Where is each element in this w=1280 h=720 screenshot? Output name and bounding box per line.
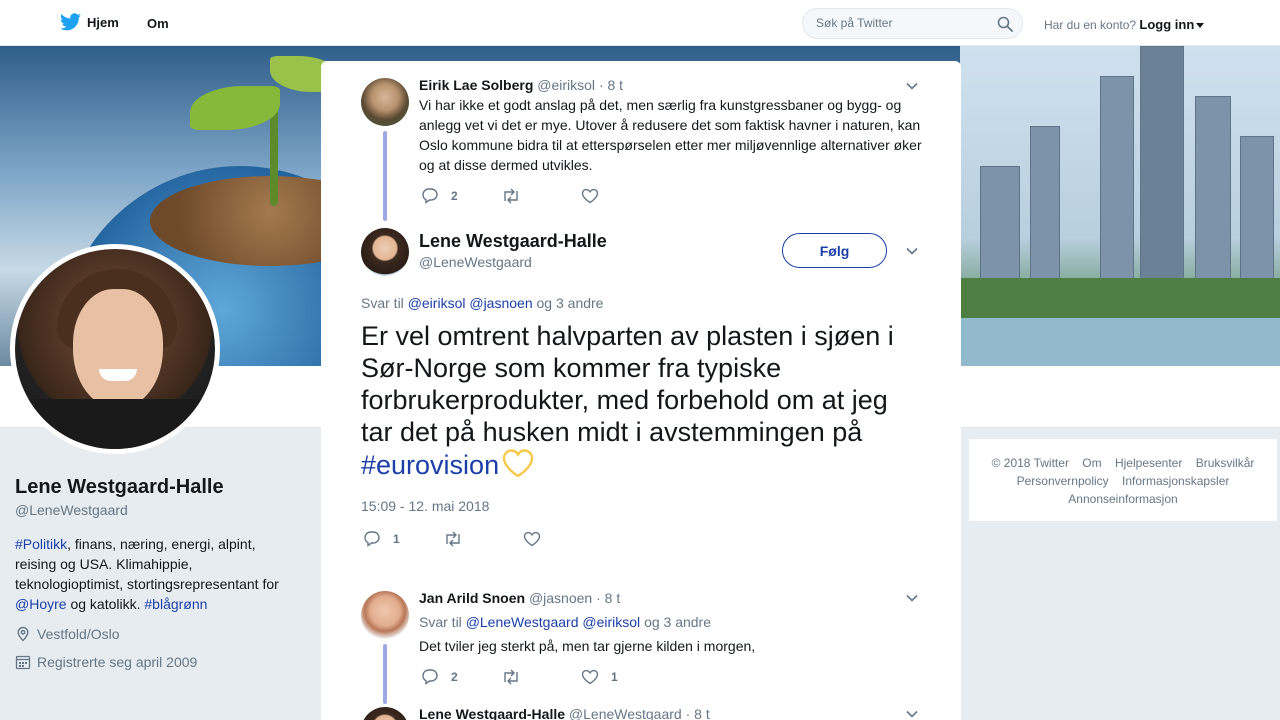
footer-link-privacy[interactable]: Personvernpolicy bbox=[1017, 474, 1109, 488]
tweet-actions: 2 1 bbox=[421, 668, 641, 685]
reply-button[interactable]: 2 bbox=[421, 668, 501, 685]
login-area: Har du en konto? Logg inn bbox=[1044, 17, 1205, 32]
retweet-button[interactable] bbox=[443, 531, 523, 547]
main-tweet-author-handle[interactable]: @LeneWestgaard bbox=[419, 254, 532, 270]
profile-joined: Registrerte seg april 2009 bbox=[15, 654, 197, 670]
footer-link-terms[interactable]: Bruksvilkår bbox=[1196, 456, 1255, 470]
chevron-down-icon[interactable] bbox=[905, 79, 919, 93]
retweet-icon bbox=[504, 188, 518, 203]
calendar-icon bbox=[15, 655, 31, 670]
profile-bio: #Politikk, finans, næring, energi, alpin… bbox=[15, 536, 279, 612]
bio-hashtag-politikk[interactable]: #Politikk bbox=[15, 536, 67, 552]
footer-copyright: © 2018 Twitter bbox=[991, 456, 1069, 470]
tweet-text: Det tviler jeg sterkt på, men tar gjerne… bbox=[419, 638, 756, 654]
tweet-author-name[interactable]: Jan Arild Snoen bbox=[419, 590, 525, 606]
hashtag-eurovision[interactable]: #eurovision bbox=[361, 450, 499, 480]
follow-button[interactable]: Følg bbox=[782, 233, 887, 268]
tweet-header: Lene Westgaard-Halle @LeneWestgaard · 8 … bbox=[419, 706, 710, 720]
chevron-down-icon[interactable] bbox=[905, 591, 919, 605]
reply-button[interactable]: 1 bbox=[363, 530, 443, 547]
tweet-time[interactable]: · 8 t bbox=[599, 77, 623, 93]
retweet-button[interactable] bbox=[501, 669, 581, 685]
footer-link-om[interactable]: Om bbox=[1082, 456, 1101, 470]
account-prompt: Har du en konto? bbox=[1044, 18, 1137, 32]
reply-mention-lenewestgaard[interactable]: @LeneWestgaard bbox=[466, 614, 579, 630]
tweet-header: Jan Arild Snoen @jasnoen · 8 t bbox=[419, 590, 620, 606]
profile-location: Vestfold/Oslo bbox=[15, 626, 120, 642]
retweet-icon bbox=[446, 531, 460, 546]
thread-line bbox=[383, 644, 387, 704]
avatar[interactable] bbox=[361, 591, 409, 639]
tweet-time[interactable]: · 8 t bbox=[686, 706, 710, 720]
yellow-heart-icon bbox=[502, 449, 534, 478]
chevron-down-icon[interactable] bbox=[1196, 23, 1205, 28]
bio-hashtag-blagronn[interactable]: #blågrønn bbox=[144, 596, 207, 612]
like-button[interactable] bbox=[523, 531, 583, 547]
chevron-down-icon[interactable] bbox=[905, 244, 919, 258]
search-icon[interactable] bbox=[997, 16, 1013, 32]
top-nav: Hjem Om Har du en konto? Logg inn bbox=[0, 0, 1280, 46]
avatar[interactable] bbox=[361, 78, 409, 126]
tweet-author-handle[interactable]: @jasnoen bbox=[529, 590, 592, 606]
reply-icon bbox=[422, 188, 438, 204]
tweet-author-name[interactable]: Eirik Lae Solberg bbox=[419, 77, 533, 93]
retweet-icon bbox=[504, 669, 518, 684]
reply-context: Svar til @LeneWestgaard @eiriksol og 3 a… bbox=[419, 614, 712, 630]
twitter-bird-icon bbox=[60, 13, 81, 31]
reply-mention-eiriksol[interactable]: @eiriksol bbox=[582, 614, 640, 630]
main-tweet-timestamp[interactable]: 15:09 - 12. mai 2018 bbox=[361, 498, 489, 514]
avatar[interactable] bbox=[361, 707, 409, 720]
tweet-header: Eirik Lae Solberg @eiriksol · 8 t bbox=[419, 77, 623, 93]
nav-about-link[interactable]: Om bbox=[147, 16, 169, 31]
tweet-actions: 1 bbox=[363, 530, 583, 547]
thread-line bbox=[383, 131, 387, 221]
reply-icon bbox=[422, 669, 438, 685]
location-pin-icon bbox=[17, 626, 29, 642]
heart-icon bbox=[581, 188, 599, 203]
tweet-author-handle[interactable]: @LeneWestgaard bbox=[569, 706, 682, 720]
profile-handle: @LeneWestgaard bbox=[15, 502, 128, 518]
tweet-time[interactable]: · 8 t bbox=[596, 590, 620, 606]
heart-icon bbox=[523, 531, 541, 546]
nav-home-link[interactable]: Hjem bbox=[60, 13, 119, 31]
tweet-modal: Eirik Lae Solberg @eiriksol · 8 t Vi har… bbox=[321, 61, 961, 720]
footer-links: © 2018 Twitter Om Hjelpesenter Bruksvilk… bbox=[968, 438, 1278, 522]
tweet-actions: 2 bbox=[421, 187, 641, 204]
search-box[interactable] bbox=[802, 8, 1023, 39]
reply-button[interactable]: 2 bbox=[421, 187, 501, 204]
avatar[interactable] bbox=[361, 228, 409, 276]
bio-mention-hoyre[interactable]: @Hoyre bbox=[15, 596, 67, 612]
reply-mention-eiriksol[interactable]: @eiriksol bbox=[408, 295, 466, 311]
profile-avatar[interactable] bbox=[10, 244, 220, 454]
like-button[interactable]: 1 bbox=[581, 669, 641, 685]
footer-link-ads[interactable]: Annonseinformasjon bbox=[1068, 492, 1177, 506]
login-link[interactable]: Logg inn bbox=[1139, 17, 1194, 32]
footer-link-help[interactable]: Hjelpesenter bbox=[1115, 456, 1182, 470]
nav-home-label: Hjem bbox=[87, 14, 119, 30]
tweet-text: Vi har ikke et godt anslag på det, men s… bbox=[419, 97, 922, 173]
main-tweet-author-name[interactable]: Lene Westgaard-Halle bbox=[419, 231, 607, 252]
reply-mention-jasnoen[interactable]: @jasnoen bbox=[469, 295, 532, 311]
reply-icon bbox=[364, 531, 380, 547]
profile-name: Lene Westgaard-Halle bbox=[15, 476, 224, 498]
main-tweet-text: Er vel omtrent halvparten av plasten i s… bbox=[361, 321, 894, 480]
footer-link-cookies[interactable]: Informasjonskapsler bbox=[1122, 474, 1229, 488]
search-input[interactable] bbox=[816, 16, 986, 30]
reply-context: Svar til @eiriksol @jasnoen og 3 andre bbox=[361, 295, 604, 311]
tweet-author-handle[interactable]: @eiriksol bbox=[537, 77, 595, 93]
retweet-button[interactable] bbox=[501, 188, 581, 204]
tweet-author-name[interactable]: Lene Westgaard-Halle bbox=[419, 706, 565, 720]
chevron-down-icon[interactable] bbox=[905, 707, 919, 720]
close-icon[interactable] bbox=[1234, 12, 1258, 36]
like-button[interactable] bbox=[581, 188, 641, 204]
heart-icon bbox=[581, 669, 599, 684]
